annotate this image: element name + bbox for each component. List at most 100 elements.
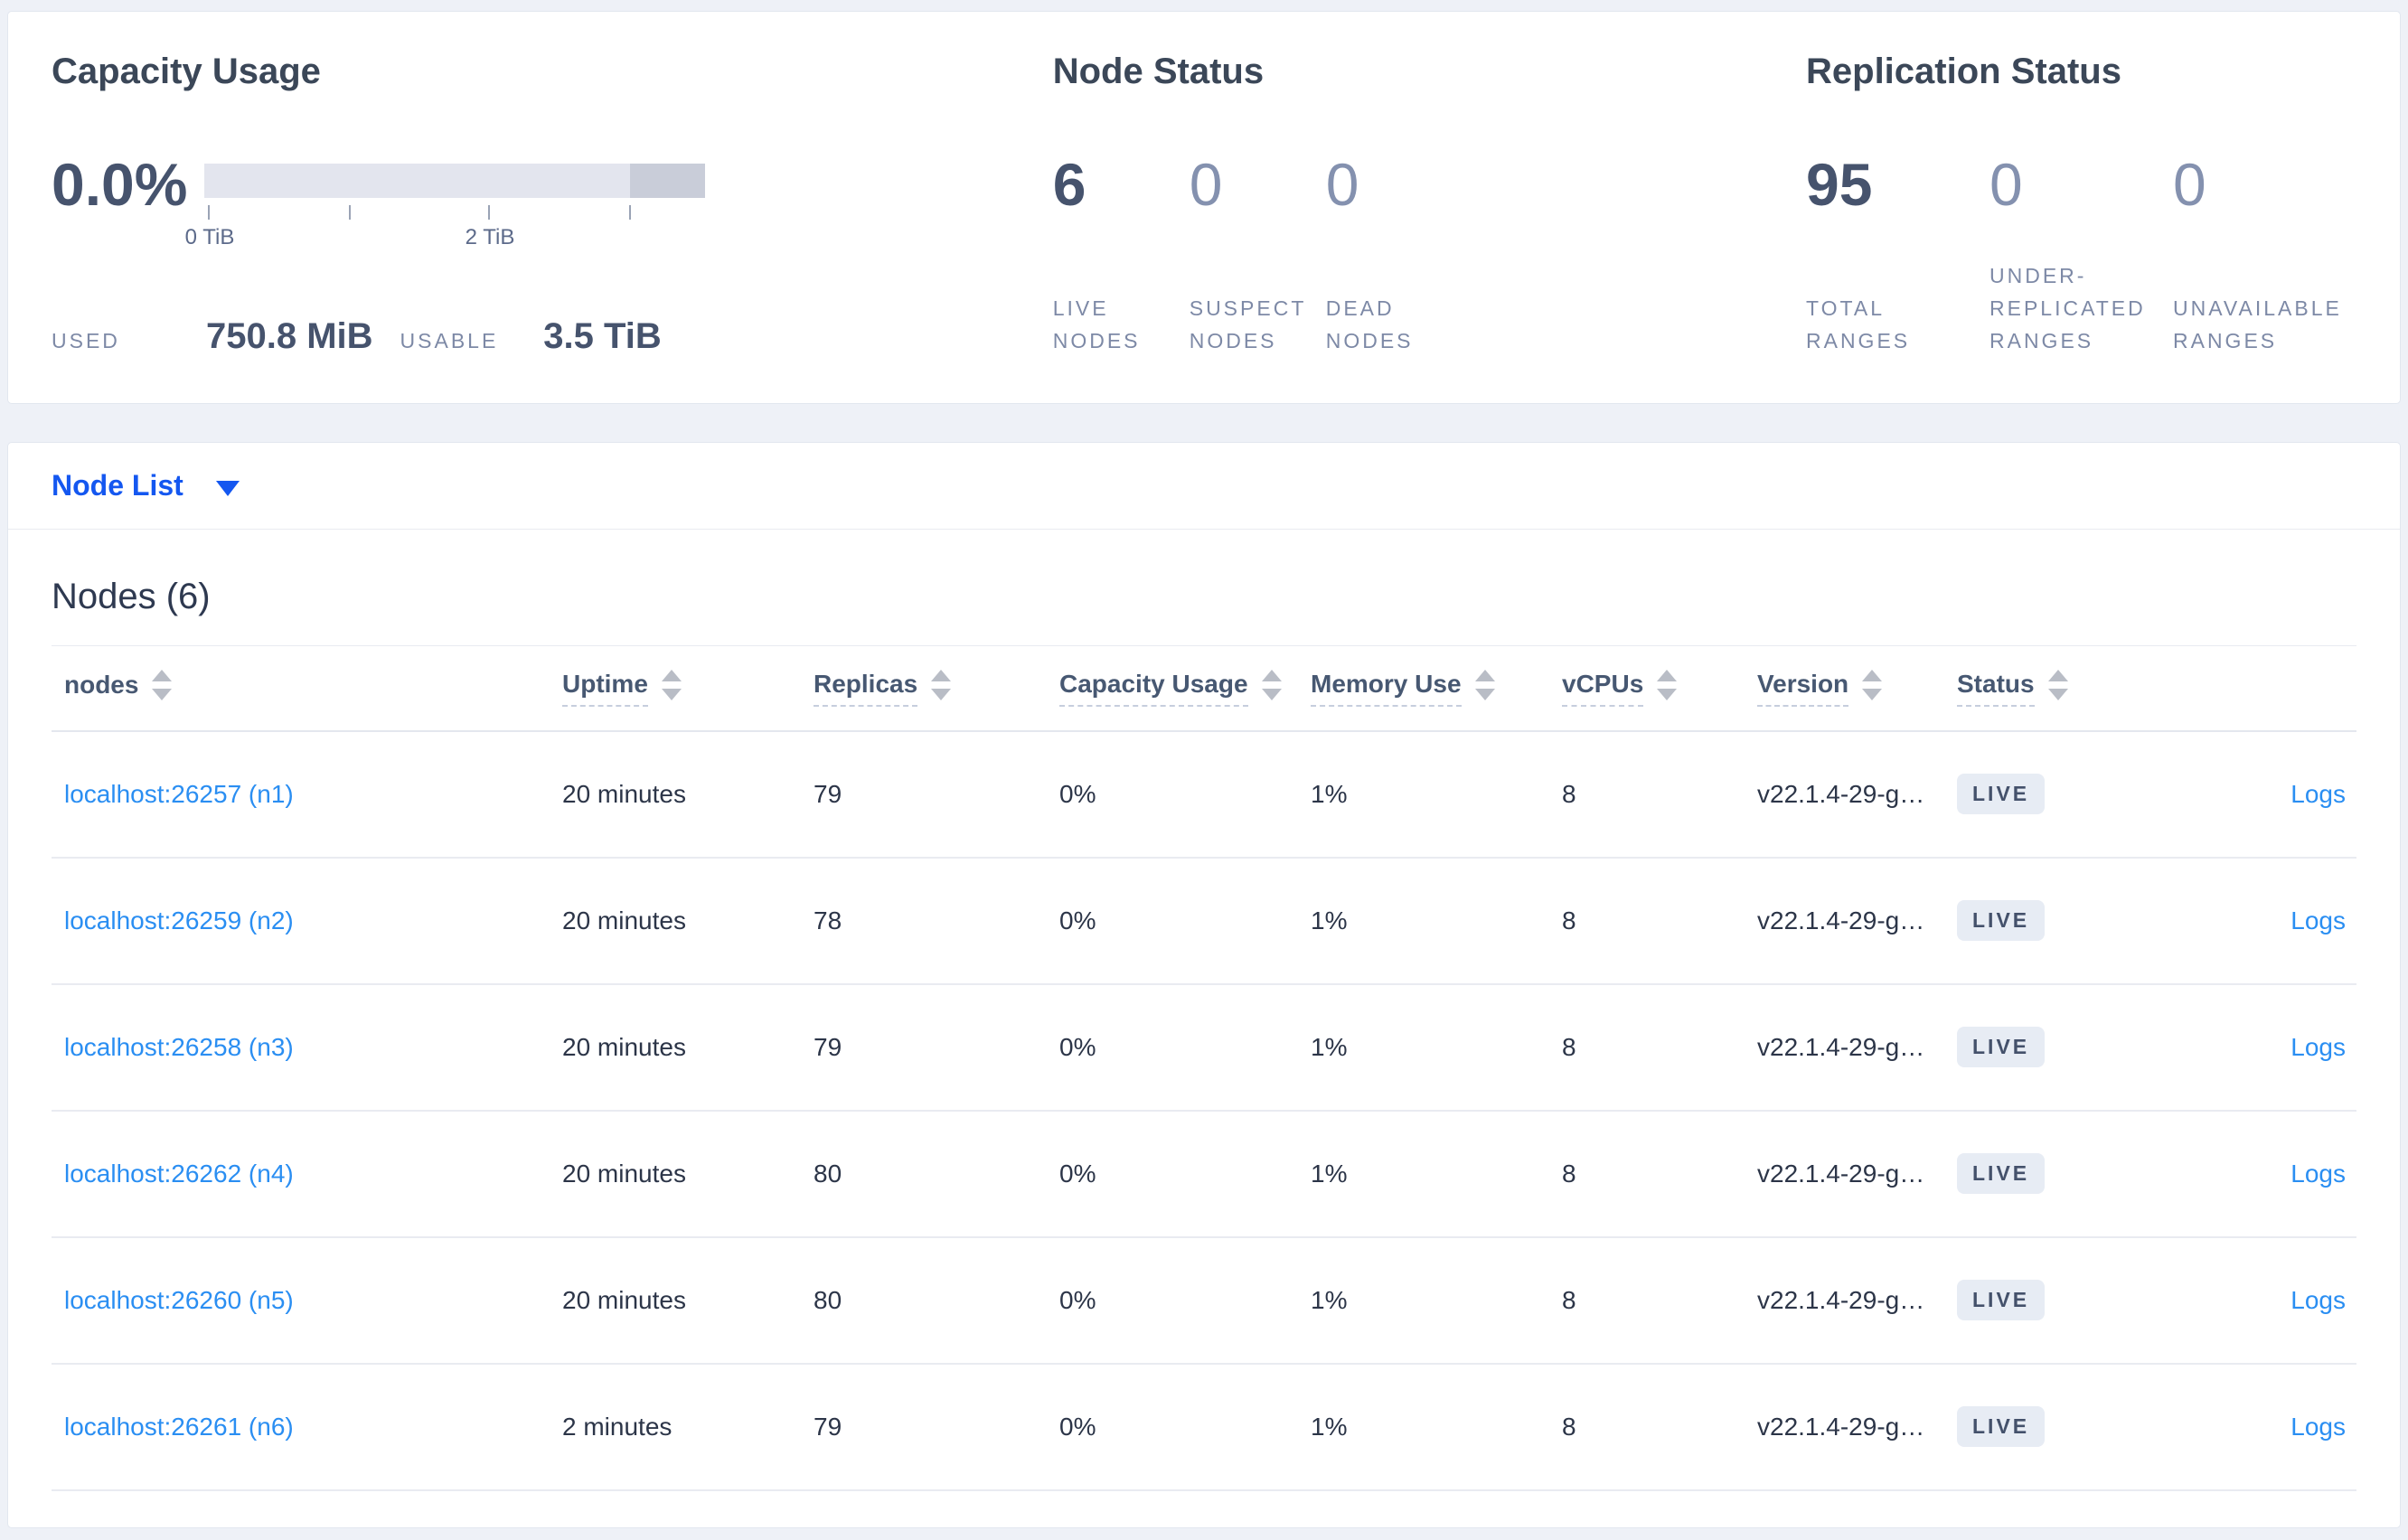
stat-live-nodes: 6 LIVE NODES bbox=[1053, 155, 1190, 357]
capacity-bar-dark-segment bbox=[629, 164, 705, 198]
address-cell: localhost:26258 (n3) bbox=[52, 983, 550, 1112]
address-cell: localhost:26257 (n1) bbox=[52, 730, 550, 859]
vcpus-cell: 8 bbox=[1549, 1236, 1745, 1365]
logs-cell: Logs bbox=[2170, 857, 2356, 985]
vcpus-cell: 8 bbox=[1549, 857, 1745, 985]
sort-icon[interactable] bbox=[1657, 670, 1678, 701]
sort-icon[interactable] bbox=[931, 670, 952, 701]
column-label: vCPUs bbox=[1562, 670, 1644, 707]
sort-icon[interactable] bbox=[1474, 670, 1495, 701]
column-header-uptime[interactable]: Uptime bbox=[550, 645, 801, 732]
axis-tick bbox=[208, 205, 210, 220]
column-header-version[interactable]: Version bbox=[1745, 645, 1944, 732]
uptime-cell: 20 minutes bbox=[550, 983, 801, 1112]
logs-link[interactable]: Logs bbox=[2290, 1160, 2346, 1188]
status-badge: LIVE bbox=[1957, 1280, 2046, 1320]
column-header-vcpus[interactable]: vCPUs bbox=[1549, 645, 1745, 732]
column-header-memory[interactable]: Memory Use bbox=[1298, 645, 1549, 732]
stat-value: 0 bbox=[1189, 151, 1223, 218]
sort-icon[interactable] bbox=[2047, 670, 2068, 701]
stat-dead-nodes: 0 DEAD NODES bbox=[1326, 155, 1463, 357]
column-label: Memory Use bbox=[1311, 670, 1462, 707]
node-address-link[interactable]: localhost:26262 (n4) bbox=[64, 1160, 294, 1188]
vcpus-cell: 8 bbox=[1549, 1363, 1745, 1491]
node-address-link[interactable]: localhost:26260 (n5) bbox=[64, 1286, 294, 1314]
logs-link[interactable]: Logs bbox=[2290, 1286, 2346, 1314]
column-header-replicas[interactable]: Replicas bbox=[801, 645, 1047, 732]
column-header-address[interactable]: nodes bbox=[52, 645, 550, 732]
sort-icon[interactable] bbox=[1862, 670, 1883, 701]
capacity-bar bbox=[204, 164, 705, 198]
version-cell: v22.1.4-29-g… bbox=[1745, 1236, 1944, 1365]
table-row: localhost:26257 (n1) 20 minutes 79 0% 1% 8 v22… bbox=[52, 730, 2356, 859]
replicas-cell: 79 bbox=[801, 983, 1047, 1112]
sort-icon[interactable] bbox=[152, 670, 173, 701]
memory-cell: 1% bbox=[1298, 983, 1549, 1112]
node-list-dropdown[interactable]: Node List bbox=[8, 443, 2400, 530]
status-cell: LIVE bbox=[1944, 1363, 2170, 1491]
stat-label: LIVE NODES bbox=[1052, 296, 1141, 352]
usable-label: USABLE bbox=[400, 329, 499, 352]
node-address-link[interactable]: localhost:26261 (n6) bbox=[64, 1413, 294, 1441]
version-cell: v22.1.4-29-g… bbox=[1745, 983, 1944, 1112]
table-row: localhost:26259 (n2) 20 minutes 78 0% 1% 8 v22… bbox=[52, 857, 2356, 985]
node-status-title: Node Status bbox=[1052, 52, 1265, 91]
logs-link[interactable]: Logs bbox=[2290, 1413, 2346, 1441]
node-address-link[interactable]: localhost:26257 (n1) bbox=[64, 780, 294, 808]
node-address-link[interactable]: localhost:26259 (n2) bbox=[64, 906, 294, 934]
column-label: Replicas bbox=[814, 670, 918, 707]
column-label: Version bbox=[1757, 670, 1849, 707]
sort-icon[interactable] bbox=[1261, 670, 1282, 701]
column-header-logs bbox=[2170, 645, 2356, 732]
replication-status-section: Replication Status 95 TOTAL RANGES 0 UNDER-… bbox=[1806, 50, 2356, 363]
axis-tick-label: 0 TiB bbox=[184, 225, 235, 249]
table-row: localhost:26260 (n5) 20 minutes 80 0% 1% 8 v22… bbox=[52, 1236, 2356, 1365]
status-cell: LIVE bbox=[1944, 730, 2170, 859]
status-badge: LIVE bbox=[1957, 1153, 2046, 1194]
capacity-cell: 0% bbox=[1047, 1236, 1298, 1365]
axis-tick-label: 2 TiB bbox=[465, 225, 515, 249]
status-badge: LIVE bbox=[1957, 900, 2046, 941]
column-header-capacity[interactable]: Capacity Usage bbox=[1047, 645, 1298, 732]
usable-value: 3.5 TiB bbox=[543, 316, 662, 356]
logs-link[interactable]: Logs bbox=[2290, 906, 2346, 934]
memory-cell: 1% bbox=[1298, 730, 1549, 859]
capacity-usage-title: Capacity Usage bbox=[52, 52, 321, 91]
version-cell: v22.1.4-29-g… bbox=[1745, 857, 1944, 985]
capacity-cell: 0% bbox=[1047, 730, 1298, 859]
table-row: localhost:26258 (n3) 20 minutes 79 0% 1% 8 v22… bbox=[52, 983, 2356, 1112]
replicas-cell: 78 bbox=[801, 857, 1047, 985]
axis-tick bbox=[629, 205, 631, 220]
status-badge: LIVE bbox=[1957, 1406, 2046, 1447]
stat-value: 0 bbox=[1989, 151, 2023, 218]
uptime-cell: 20 minutes bbox=[550, 1110, 801, 1238]
sort-icon[interactable] bbox=[661, 670, 682, 701]
capacity-cell: 0% bbox=[1047, 857, 1298, 985]
nodes-table-area: Nodes (6) nodes Uptime Replicas Capacity Us… bbox=[8, 530, 2400, 1527]
logs-cell: Logs bbox=[2170, 730, 2356, 859]
column-label: Uptime bbox=[562, 670, 648, 707]
stat-value: 6 bbox=[1052, 151, 1086, 218]
stat-label: UNDER-REPLICATED RANGES bbox=[1989, 264, 2146, 352]
nodes-heading: Nodes (6) bbox=[52, 577, 211, 616]
logs-link[interactable]: Logs bbox=[2290, 780, 2346, 808]
capacity-usage-section: Capacity Usage 0.0% 0 TiB 2 TiB USED 750… bbox=[52, 50, 1053, 363]
stat-value: 0 bbox=[1325, 151, 1359, 218]
address-cell: localhost:26260 (n5) bbox=[52, 1236, 550, 1365]
version-cell: v22.1.4-29-g… bbox=[1745, 1110, 1944, 1238]
stat-value: 0 bbox=[2173, 151, 2206, 218]
logs-cell: Logs bbox=[2170, 1110, 2356, 1238]
stat-label: UNAVAILABLE RANGES bbox=[2173, 296, 2342, 352]
logs-link[interactable]: Logs bbox=[2290, 1033, 2346, 1061]
replicas-cell: 79 bbox=[801, 730, 1047, 859]
address-cell: localhost:26261 (n6) bbox=[52, 1363, 550, 1491]
logs-cell: Logs bbox=[2170, 1236, 2356, 1365]
memory-cell: 1% bbox=[1298, 1110, 1549, 1238]
node-list-card: Node List Nodes (6) nodes Uptime Replicas C… bbox=[7, 442, 2401, 1528]
column-label: Capacity Usage bbox=[1059, 670, 1248, 707]
node-address-link[interactable]: localhost:26258 (n3) bbox=[64, 1033, 294, 1061]
uptime-cell: 2 minutes bbox=[550, 1363, 801, 1491]
uptime-cell: 20 minutes bbox=[550, 730, 801, 859]
status-cell: LIVE bbox=[1944, 983, 2170, 1112]
column-header-status[interactable]: Status bbox=[1944, 645, 2170, 732]
